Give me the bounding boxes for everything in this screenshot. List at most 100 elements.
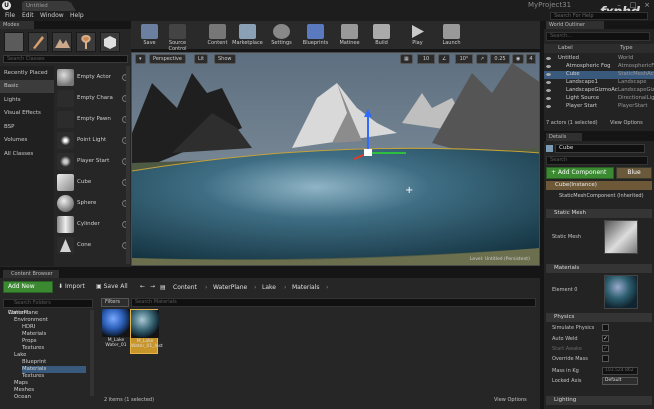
tree-item[interactable]: Maps — [14, 380, 28, 387]
details-search-input[interactable]: Search — [546, 156, 648, 165]
breadcrumb-content[interactable]: Content — [173, 283, 197, 292]
outliner-row[interactable]: Atmospheric FogAtmosphericFog — [544, 63, 654, 71]
build-button[interactable]: Build — [364, 21, 399, 49]
menu-edit[interactable]: Edit — [22, 11, 34, 21]
section-static-mesh[interactable]: Static Mesh — [546, 209, 652, 218]
place-item-cylinder[interactable]: Cylinder? — [55, 214, 129, 235]
modes-scrollbar[interactable] — [126, 66, 130, 264]
simulate-physics-checkbox[interactable] — [602, 324, 609, 331]
place-item-cube[interactable]: Cube? — [55, 172, 129, 193]
tree-scrollbar[interactable] — [90, 310, 94, 396]
menu-help[interactable]: Help — [70, 11, 84, 21]
search-help-input[interactable]: Search For Help — [550, 12, 648, 20]
maximize-icon[interactable]: □ — [626, 0, 640, 10]
auto-weld-checkbox[interactable]: ✓ — [602, 335, 609, 342]
section-lighting[interactable]: Lighting — [546, 396, 652, 405]
place-item-player-start[interactable]: Player Start? — [55, 151, 129, 172]
launch-button[interactable]: Launch — [434, 21, 469, 49]
outliner-row[interactable]: Player Start PlayerStart — [544, 103, 654, 111]
category-volumes[interactable]: Volumes — [0, 134, 54, 147]
add-new-button[interactable]: Add New — [3, 281, 53, 293]
content-browser-view-options[interactable]: View Options — [494, 397, 527, 403]
tree-item[interactable]: Meshes — [14, 387, 34, 394]
tree-item[interactable]: Props — [22, 338, 37, 345]
show-button[interactable]: Show — [214, 54, 236, 64]
matinee-button[interactable]: Matinee — [332, 21, 367, 49]
material-thumbnail[interactable] — [604, 275, 638, 309]
place-mode-icon[interactable] — [4, 32, 24, 52]
tree-item[interactable]: Lake — [14, 352, 26, 359]
camera-speed-value[interactable]: 4 — [526, 54, 536, 64]
source-control-button[interactable]: Source Control — [160, 21, 195, 52]
snap-scale-icon[interactable]: ↗ — [476, 54, 489, 64]
asset-tile-selected[interactable]: M_Lake Water_01_Inst — [130, 309, 163, 354]
category-lights[interactable]: Lights — [0, 94, 54, 107]
tree-item[interactable]: Ocean — [14, 394, 31, 401]
tree-item[interactable]: Blueprint — [22, 359, 46, 366]
outliner-row[interactable]: Landscape1 Landscape — [544, 79, 654, 87]
tree-item[interactable]: Environment — [14, 317, 48, 324]
visibility-eye-icon[interactable] — [546, 81, 551, 84]
world-outliner-tab[interactable]: World Outliner — [546, 21, 604, 29]
tree-item[interactable]: Textures — [22, 345, 44, 352]
outliner-view-options[interactable]: View Options — [610, 120, 643, 126]
place-item-cone[interactable]: Cone? — [55, 235, 129, 256]
outliner-row[interactable]: Untitled World — [544, 55, 654, 63]
category-visual-effects[interactable]: Visual Effects — [0, 107, 54, 120]
breadcrumb-waterplane[interactable]: WaterPlane — [213, 283, 247, 292]
start-awake-checkbox[interactable]: ✓ — [602, 345, 609, 352]
play-button[interactable]: Play — [400, 21, 435, 49]
component-instance[interactable]: Cube(Instance) — [546, 181, 652, 190]
section-physics[interactable]: Physics — [546, 313, 652, 322]
outliner-search-input[interactable]: Search... — [546, 32, 650, 41]
snap-rotation-icon[interactable]: ∠ — [438, 54, 451, 64]
content-browser-tab[interactable]: Content Browser — [3, 270, 59, 278]
marketplace-button[interactable]: Marketplace — [230, 21, 265, 49]
snap-grid-icon[interactable]: ▦ — [400, 54, 413, 64]
asset-search-input[interactable]: Search Materials — [131, 298, 536, 307]
tree-item[interactable]: WaterPlane — [8, 310, 38, 317]
mass-field[interactable]: 103.524 862 — [602, 367, 638, 375]
foliage-mode-icon[interactable] — [76, 32, 96, 52]
perspective-button[interactable]: Perspective — [149, 54, 186, 64]
import-button[interactable]: ⬇ Import — [58, 281, 85, 293]
add-component-button[interactable]: + Add Component — [546, 167, 614, 179]
menu-window[interactable]: Window — [40, 11, 64, 21]
geometry-mode-icon[interactable] — [100, 32, 120, 52]
actor-name-field[interactable]: Cube — [555, 144, 645, 153]
viewport-options-button[interactable]: ▾ — [135, 54, 146, 64]
minimize-icon[interactable]: – — [612, 0, 626, 10]
blueprint-button[interactable]: Blue — [616, 167, 652, 179]
category-all-classes[interactable]: All Classes — [0, 148, 54, 161]
save-all-button[interactable]: ▣ Save All — [96, 281, 128, 293]
tree-item[interactable]: HDRI — [22, 324, 35, 331]
filters-button[interactable]: Filters — [101, 298, 129, 307]
level-tab[interactable]: Untitled — [22, 1, 76, 11]
visibility-eye-icon[interactable] — [546, 73, 551, 76]
breadcrumb-lake[interactable]: Lake — [262, 283, 276, 292]
override-mass-checkbox[interactable] — [602, 355, 609, 362]
paint-mode-icon[interactable] — [28, 32, 48, 52]
tree-item[interactable]: Textures — [22, 373, 44, 380]
outliner-row[interactable]: Light SourceDirectionalLight — [544, 95, 654, 103]
place-item-sphere[interactable]: Sphere? — [55, 193, 129, 214]
static-mesh-component[interactable]: StaticMeshComponent (Inherited) — [546, 191, 652, 201]
modes-tab[interactable]: Modes — [0, 21, 34, 29]
close-icon[interactable]: × — [640, 0, 654, 10]
outliner-row[interactable]: CubeStaticMeshActor — [544, 71, 654, 79]
place-item-point-light[interactable]: Point Light? — [55, 130, 129, 151]
folder-search-input[interactable]: Search Folders — [3, 299, 93, 308]
tree-item[interactable]: Materials — [22, 331, 46, 338]
level-viewport[interactable] — [131, 52, 540, 266]
column-label[interactable]: Label — [558, 44, 573, 53]
place-item-empty-pawn[interactable]: Empty Pawn? — [55, 109, 129, 130]
camera-speed-icon[interactable]: ◉ — [512, 54, 525, 64]
back-arrow-icon[interactable]: ← — [140, 281, 145, 293]
tree-item-selected[interactable]: Materials — [22, 366, 86, 373]
menu-file[interactable]: File — [5, 11, 15, 21]
landscape-mode-icon[interactable] — [52, 32, 72, 52]
visibility-eye-icon[interactable] — [546, 97, 551, 100]
place-item-empty-actor[interactable]: Empty Actor? — [55, 67, 129, 88]
details-tab[interactable]: Details — [546, 133, 582, 141]
lit-button[interactable]: Lit — [194, 54, 209, 64]
